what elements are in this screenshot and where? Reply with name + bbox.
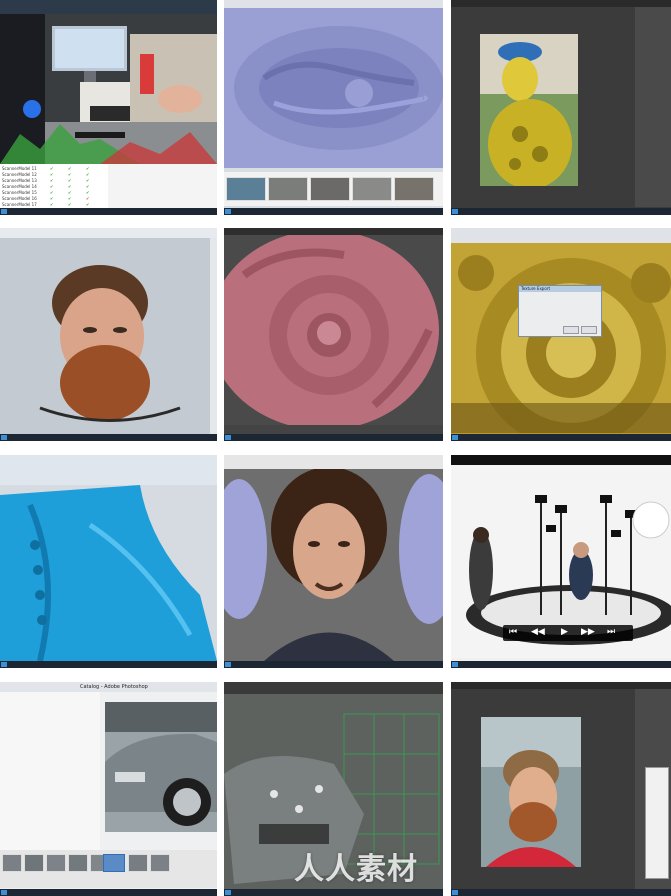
fast-forward-icon[interactable]: ▶▶ — [581, 627, 595, 637]
scanner-list-panel: ScannerModel 11 ✔ ✔ ✔ ScannerModel 12 ✔ ✔ ✔ Scan… — [0, 164, 108, 208]
thumbnail[interactable] — [394, 177, 434, 201]
car-photo — [105, 702, 217, 832]
tile-character-portrait — [224, 455, 443, 668]
start-button[interactable] — [452, 435, 458, 440]
thumbnail[interactable] — [226, 177, 266, 201]
start-button[interactable] — [225, 890, 231, 895]
dialog-cancel-button[interactable] — [581, 326, 597, 334]
start-button[interactable] — [1, 435, 7, 440]
taskbar — [0, 434, 217, 441]
ribbon-toolbar — [0, 455, 217, 485]
tile-photo-studio: ⏮ ◀◀ ▶ ▶▶ ⏭ — [451, 455, 671, 668]
context-menu — [645, 767, 669, 879]
tile-yellow-detail: Texture Export — [451, 228, 671, 441]
tile-car-mesh: 人人素材 — [224, 682, 443, 896]
skip-back-icon[interactable]: ⏮ — [509, 627, 517, 637]
play-icon[interactable]: ▶ — [561, 627, 568, 637]
scanner-detail-panel — [108, 164, 217, 208]
menu-bar — [451, 228, 671, 243]
statue-photo — [480, 34, 578, 186]
start-button[interactable] — [225, 435, 231, 440]
start-button[interactable] — [1, 209, 7, 214]
tile-car-photo: Catalog - Adobe Photoshop — [0, 682, 217, 896]
taskbar — [451, 889, 671, 896]
tile-scanner-desk: ScannerModel 11 ✔ ✔ ✔ ScannerModel 12 ✔ ✔ ✔ Scan… — [0, 0, 217, 215]
portrait-photo — [481, 717, 581, 867]
thumbnail[interactable] — [310, 177, 350, 201]
relief-viewport — [224, 235, 443, 425]
taskbar — [224, 889, 443, 896]
film-thumb[interactable] — [68, 854, 88, 872]
tile-photoshop-statue — [451, 0, 671, 215]
relief-viewport — [224, 8, 443, 168]
start-button[interactable] — [1, 890, 7, 895]
start-button[interactable] — [225, 209, 231, 214]
film-thumb[interactable] — [2, 854, 22, 872]
taskbar — [451, 434, 671, 441]
taskbar — [0, 661, 217, 668]
taskbar — [224, 208, 443, 215]
film-thumb[interactable] — [24, 854, 44, 872]
taskbar — [451, 208, 671, 215]
film-strip — [0, 850, 217, 888]
taskbar — [0, 889, 217, 896]
start-button[interactable] — [452, 890, 458, 895]
taskbar — [224, 434, 443, 441]
menu-bar — [451, 682, 671, 689]
menu-bar — [224, 228, 443, 235]
watermark-text: 人人素材 — [294, 852, 418, 887]
menu-bar — [451, 0, 671, 7]
tile-head-scan — [0, 228, 217, 441]
tile-photoshop-portrait — [451, 682, 671, 896]
menu-bar — [224, 0, 443, 8]
scanned-head — [39, 265, 181, 422]
sidebar-panel — [0, 692, 100, 852]
taskbar — [0, 208, 217, 215]
media-controls: ⏮ ◀◀ ▶ ▶▶ ⏭ — [503, 625, 633, 641]
taskbar — [451, 661, 671, 668]
thumbnail-strip — [224, 172, 443, 206]
title-bar — [451, 455, 671, 465]
thumbnail[interactable] — [268, 177, 308, 201]
export-dialog: Texture Export — [518, 285, 602, 337]
skip-forward-icon[interactable]: ⏭ — [607, 627, 615, 637]
start-button[interactable] — [1, 662, 7, 667]
layers-panel — [635, 7, 671, 207]
dialog-ok-button[interactable] — [563, 326, 579, 334]
menu-bar — [0, 228, 217, 238]
menu-bar — [224, 682, 443, 694]
dialog-title: Texture Export — [519, 286, 601, 292]
rewind-icon[interactable]: ◀◀ — [531, 627, 545, 637]
film-thumb[interactable] — [128, 854, 148, 872]
side-scrollbar[interactable] — [210, 238, 217, 434]
tile-pink-relief — [224, 228, 443, 441]
app-title: Catalog - Adobe Photoshop — [80, 684, 148, 690]
gold-relief-photo — [451, 243, 671, 433]
title-bar: Catalog - Adobe Photoshop — [0, 682, 217, 692]
portrait-render — [224, 469, 443, 661]
film-thumb[interactable] — [46, 854, 66, 872]
start-button[interactable] — [452, 209, 458, 214]
film-thumb[interactable] — [150, 854, 170, 872]
scanner-video-frame — [0, 14, 217, 164]
boot-mesh — [0, 485, 217, 661]
film-thumb-selected[interactable] — [103, 854, 125, 872]
toolbar — [0, 0, 217, 14]
tile-blue-boot — [0, 455, 217, 668]
start-button[interactable] — [225, 662, 231, 667]
taskbar — [224, 661, 443, 668]
thumbnail[interactable] — [352, 177, 392, 201]
start-button[interactable] — [452, 662, 458, 667]
tile-zbrush-relief — [224, 0, 443, 215]
tab-bar — [224, 455, 443, 469]
